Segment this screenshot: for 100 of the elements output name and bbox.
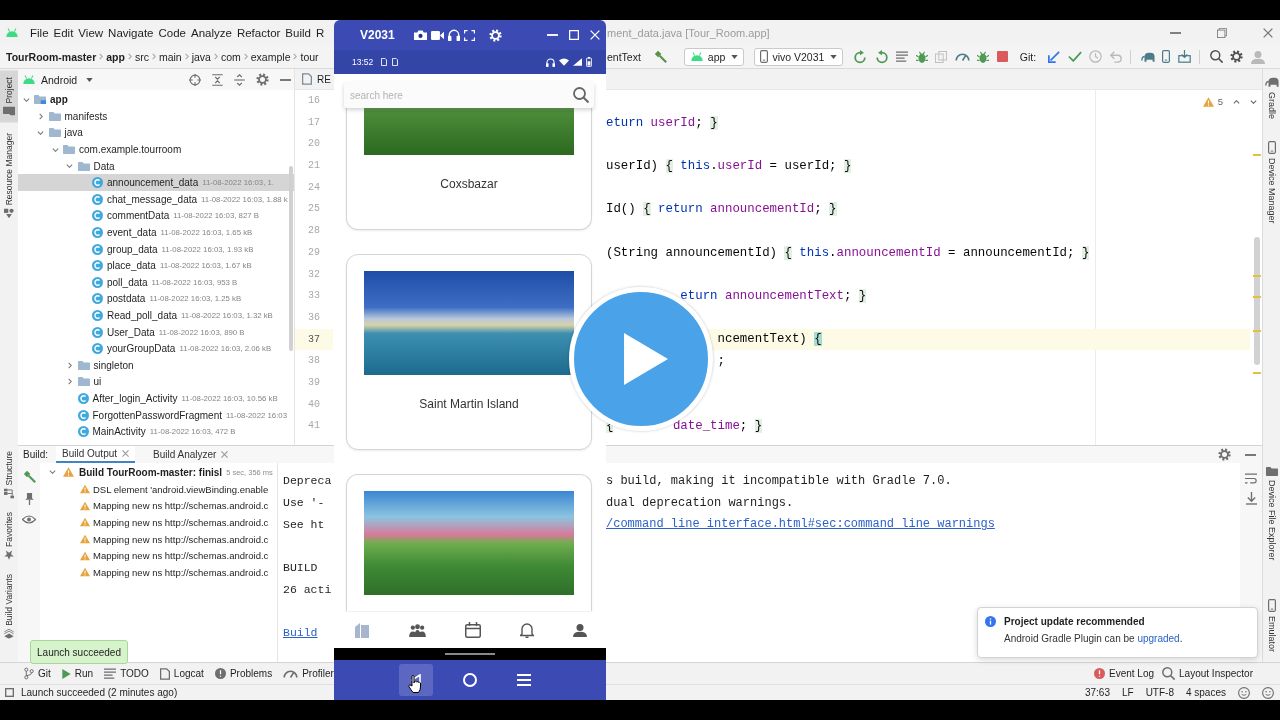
search-field[interactable]: search here — [344, 82, 594, 108]
maximize-icon[interactable] — [569, 30, 579, 40]
tree-item[interactable]: app — [18, 91, 294, 109]
menu-item[interactable]: Analyze — [190, 26, 232, 39]
panel-tab[interactable]: Build Analyzer — [147, 446, 235, 463]
collapse-icon[interactable] — [212, 73, 223, 86]
chevron-icon[interactable] — [22, 97, 30, 102]
link[interactable]: upgraded — [1137, 633, 1180, 644]
marker-icon[interactable] — [1253, 154, 1261, 156]
tool-window-tab[interactable]: Build Variants — [0, 571, 18, 642]
menu-item[interactable]: Build — [285, 26, 311, 39]
tool-window-button[interactable]: Problems — [214, 668, 273, 679]
breadcrumb[interactable]: entText — [607, 50, 641, 63]
tree-item[interactable]: ui — [18, 373, 294, 391]
elephant-icon[interactable] — [1140, 50, 1155, 63]
chevron-icon[interactable] — [67, 378, 72, 386]
smiley-icon[interactable] — [1238, 686, 1250, 699]
search-icon[interactable] — [1209, 50, 1223, 63]
settings-icon[interactable] — [256, 73, 269, 86]
menu-item[interactable]: View — [78, 26, 104, 39]
device-dropdown[interactable]: vivo V2031 — [754, 47, 844, 66]
calendar-icon[interactable] — [464, 622, 481, 638]
restore-icon[interactable] — [1217, 27, 1227, 38]
breadcrumb[interactable]: app — [106, 50, 125, 63]
file-encoding[interactable]: UTF-8 — [1145, 687, 1174, 698]
minimize-icon[interactable] — [1170, 31, 1181, 34]
target-icon[interactable] — [189, 73, 201, 86]
tool-window-button[interactable]: Logcat — [159, 667, 204, 680]
warning-count[interactable]: 5 — [1217, 96, 1223, 107]
tool-window-tab[interactable]: Resource Manager — [0, 126, 18, 226]
menu-item[interactable]: File — [30, 26, 49, 39]
marker-icon[interactable] — [1253, 372, 1261, 374]
tool-window-tab[interactable]: Device Manager — [1263, 138, 1280, 227]
panel-tab[interactable]: Build Output — [56, 446, 136, 463]
check-icon[interactable] — [1067, 51, 1082, 62]
breadcrumb[interactable]: TourRoom-master — [6, 50, 97, 63]
tool-window-tab[interactable]: Structure — [0, 447, 18, 502]
build-tree-item[interactable]: Mapping new ns http://schemas.android.c — [40, 547, 277, 565]
menu-item[interactable]: Code — [158, 26, 186, 39]
menu-item[interactable]: Navigate — [108, 26, 154, 39]
close-icon[interactable] — [1263, 27, 1273, 38]
hammer-icon[interactable] — [653, 50, 667, 63]
build-tree-item[interactable]: DSL element 'android.viewBinding.enable — [40, 480, 277, 498]
chevron-down-icon[interactable] — [1250, 99, 1257, 104]
chevron-icon[interactable] — [51, 147, 59, 152]
build-tree-item[interactable]: Mapping new ns http://schemas.android.c — [40, 514, 277, 531]
build-tree-item[interactable]: Mapping new ns http://schemas.android.c — [40, 564, 277, 581]
view-dropdown[interactable]: Android — [22, 73, 94, 86]
tool-window-tab[interactable]: Project — [0, 70, 18, 123]
tool-window-button[interactable]: TODO — [104, 668, 149, 679]
expand-icon[interactable] — [234, 73, 245, 86]
run-config-dropdown[interactable]: app — [683, 47, 745, 66]
menu-item[interactable]: R — [315, 26, 325, 39]
tree-item[interactable]: com.example.tourroom — [18, 141, 294, 158]
stop-icon[interactable] — [996, 51, 1008, 62]
refresh-icon[interactable] — [874, 49, 889, 64]
menu-item[interactable]: Edit — [53, 26, 74, 39]
chevron-up-icon[interactable] — [1233, 99, 1240, 104]
tool-window-button[interactable]: Run — [61, 668, 94, 679]
tool-window-button[interactable]: Event Log — [1094, 668, 1155, 679]
scrollbar[interactable] — [1254, 237, 1260, 365]
chevron-icon[interactable] — [37, 131, 44, 135]
gauge-icon[interactable] — [954, 52, 970, 61]
minus-icon[interactable] — [1245, 453, 1256, 456]
tree-item[interactable]: java — [18, 124, 294, 142]
place-card[interactable]: Saint Martin Island — [346, 254, 592, 450]
marker-icon[interactable] — [1253, 296, 1261, 298]
tool-window-tab[interactable]: Device File Explorer — [1263, 464, 1280, 564]
tree-item[interactable]: singleton — [18, 357, 294, 374]
wrap-icon[interactable] — [1245, 473, 1257, 484]
smiley-icon[interactable] — [1262, 686, 1274, 699]
breadcrumb[interactable]: tour — [300, 50, 319, 63]
tool-window-button[interactable]: Layout Inspector — [1162, 667, 1253, 680]
arrow-icon[interactable] — [1048, 50, 1061, 63]
chevron-icon[interactable] — [67, 361, 72, 369]
chevron-icon[interactable] — [66, 164, 73, 169]
place-card[interactable] — [346, 474, 592, 611]
tree-item[interactable]: Data — [18, 157, 294, 175]
bug-icon[interactable] — [977, 49, 990, 64]
breadcrumb[interactable]: java — [191, 50, 211, 63]
bell-icon[interactable] — [519, 622, 534, 638]
tool-window-button[interactable]: Git — [24, 667, 51, 680]
headphones-icon[interactable] — [447, 29, 460, 41]
settings-icon[interactable] — [1230, 50, 1244, 63]
fullscreen-icon[interactable] — [463, 29, 475, 41]
breadcrumb[interactable]: src — [134, 50, 149, 63]
chevron-icon[interactable] — [38, 112, 43, 120]
bug-icon[interactable] — [915, 49, 928, 64]
menu-item[interactable]: Refactor — [236, 26, 281, 39]
caret-position[interactable]: 37:63 — [1084, 687, 1110, 698]
square-icon[interactable] — [5, 688, 14, 697]
place-card[interactable]: Coxsbazar — [346, 108, 592, 230]
indent-setting[interactable]: 4 spaces — [1185, 687, 1226, 698]
user-icon[interactable] — [572, 623, 587, 637]
link[interactable]: Build — [283, 626, 318, 640]
settings-icon[interactable] — [1218, 448, 1231, 461]
search-icon[interactable] — [573, 87, 589, 103]
link[interactable]: /command_line_interface.html#sec:command_line_warnings — [606, 517, 995, 532]
tool-window-tab[interactable]: Gradle — [1263, 73, 1280, 122]
marker-icon[interactable] — [1253, 330, 1261, 332]
